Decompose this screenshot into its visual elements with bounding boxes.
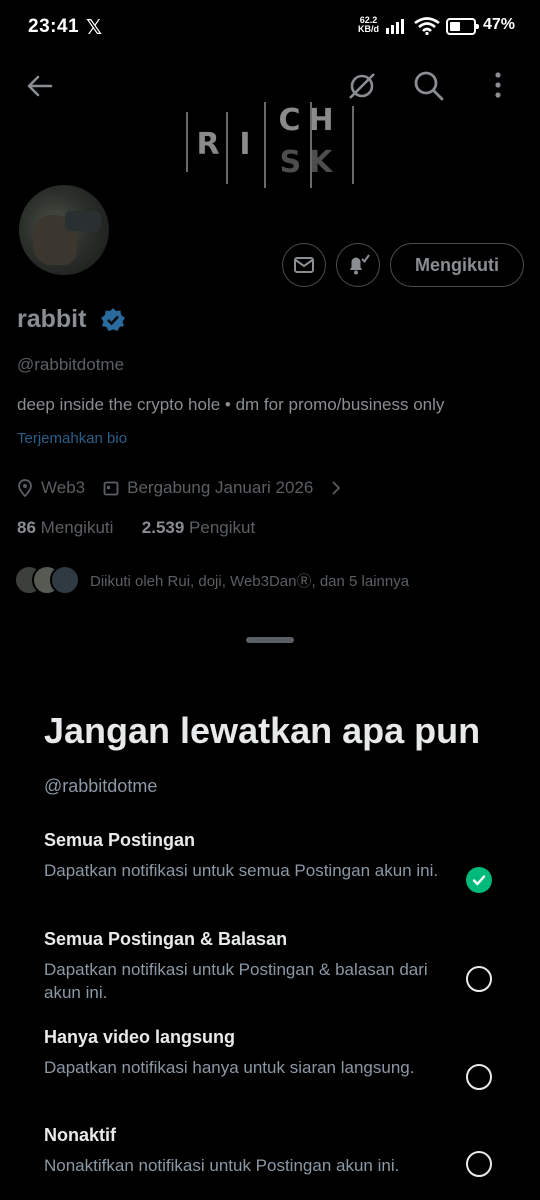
radio-button[interactable] <box>466 867 492 893</box>
calendar-icon <box>103 480 119 496</box>
following-button[interactable]: Mengikuti <box>390 243 524 287</box>
radio-button[interactable] <box>466 1064 492 1090</box>
back-arrow-icon[interactable] <box>26 72 54 100</box>
option-description: Dapatkan notifikasi hanya untuk siaran l… <box>44 1058 415 1077</box>
banner-logo: R I CH SK <box>186 102 354 188</box>
sheet-title: Jangan lewatkan apa pun <box>44 710 481 751</box>
followed-by-row[interactable]: Diikuti oleh Rui, doji, Web3DanⓇ, dan 5 … <box>14 564 409 596</box>
profile-stats: 86 Mengikuti 2.539 Pengikut <box>17 518 255 538</box>
option-title: Semua Postingan & Balasan <box>44 929 288 949</box>
more-options-icon[interactable] <box>490 70 506 102</box>
message-button[interactable] <box>282 243 326 287</box>
bell-check-icon <box>350 254 370 275</box>
radio-button[interactable] <box>466 1151 492 1177</box>
profile-meta: Web3 Bergabung Januari 2026 <box>17 478 349 498</box>
option-title: Hanya video langsung <box>44 1027 236 1047</box>
option-description: Dapatkan notifikasi untuk semua Postinga… <box>44 861 439 880</box>
option-description: Nonaktifkan notifikasi untuk Postingan a… <box>44 1156 400 1175</box>
grok-icon[interactable] <box>346 70 378 102</box>
option-live-video-only[interactable]: Hanya video langsung Dapatkan notifikasi… <box>44 1027 504 1090</box>
following-stat[interactable]: 86 Mengikuti <box>17 518 113 537</box>
option-description: Dapatkan notifikasi untuk Postingan & ba… <box>44 960 428 1002</box>
option-all-posts-replies[interactable]: Semua Postingan & Balasan Dapatkan notif… <box>44 929 504 1004</box>
profile-joined: Bergabung Januari 2026 <box>127 478 314 497</box>
option-title: Nonaktif <box>44 1125 116 1145</box>
search-icon[interactable] <box>413 70 445 102</box>
profile-name: rabbit <box>17 305 87 333</box>
avatar[interactable] <box>16 182 112 278</box>
chevron-right-icon[interactable] <box>331 481 341 495</box>
envelope-icon <box>294 257 314 273</box>
follower-avatar <box>50 565 80 595</box>
sheet-handle: @rabbitdotme <box>44 776 158 796</box>
option-all-posts[interactable]: Semua Postingan Dapatkan notifikasi untu… <box>44 830 504 893</box>
option-title: Semua Postingan <box>44 830 196 850</box>
notification-bell-button[interactable] <box>336 243 380 287</box>
profile-screen: R I CH SK Mengikuti rabbit @rabbitdotme … <box>0 0 540 640</box>
followed-by-text: Diikuti oleh Rui, doji, Web3DanⓇ, dan 5 … <box>90 572 410 590</box>
checkmark-icon <box>472 875 486 886</box>
notification-settings-sheet: Jangan lewatkan apa pun @rabbitdotme Sem… <box>0 622 540 1200</box>
translate-bio-link[interactable]: Terjemahkan bio <box>17 430 127 447</box>
option-off[interactable]: Nonaktif Nonaktifkan notifikasi untuk Po… <box>44 1125 504 1177</box>
profile-bio: deep inside the crypto hole • dm for pro… <box>17 395 445 414</box>
radio-button[interactable] <box>466 966 492 992</box>
profile-handle: @rabbitdotme <box>17 355 125 374</box>
sheet-drag-handle[interactable] <box>246 637 294 643</box>
profile-location: Web3 <box>41 478 86 497</box>
followers-stat[interactable]: 2.539 Pengikut <box>142 518 255 537</box>
verified-badge-icon <box>101 308 125 331</box>
location-pin-icon <box>17 479 33 497</box>
